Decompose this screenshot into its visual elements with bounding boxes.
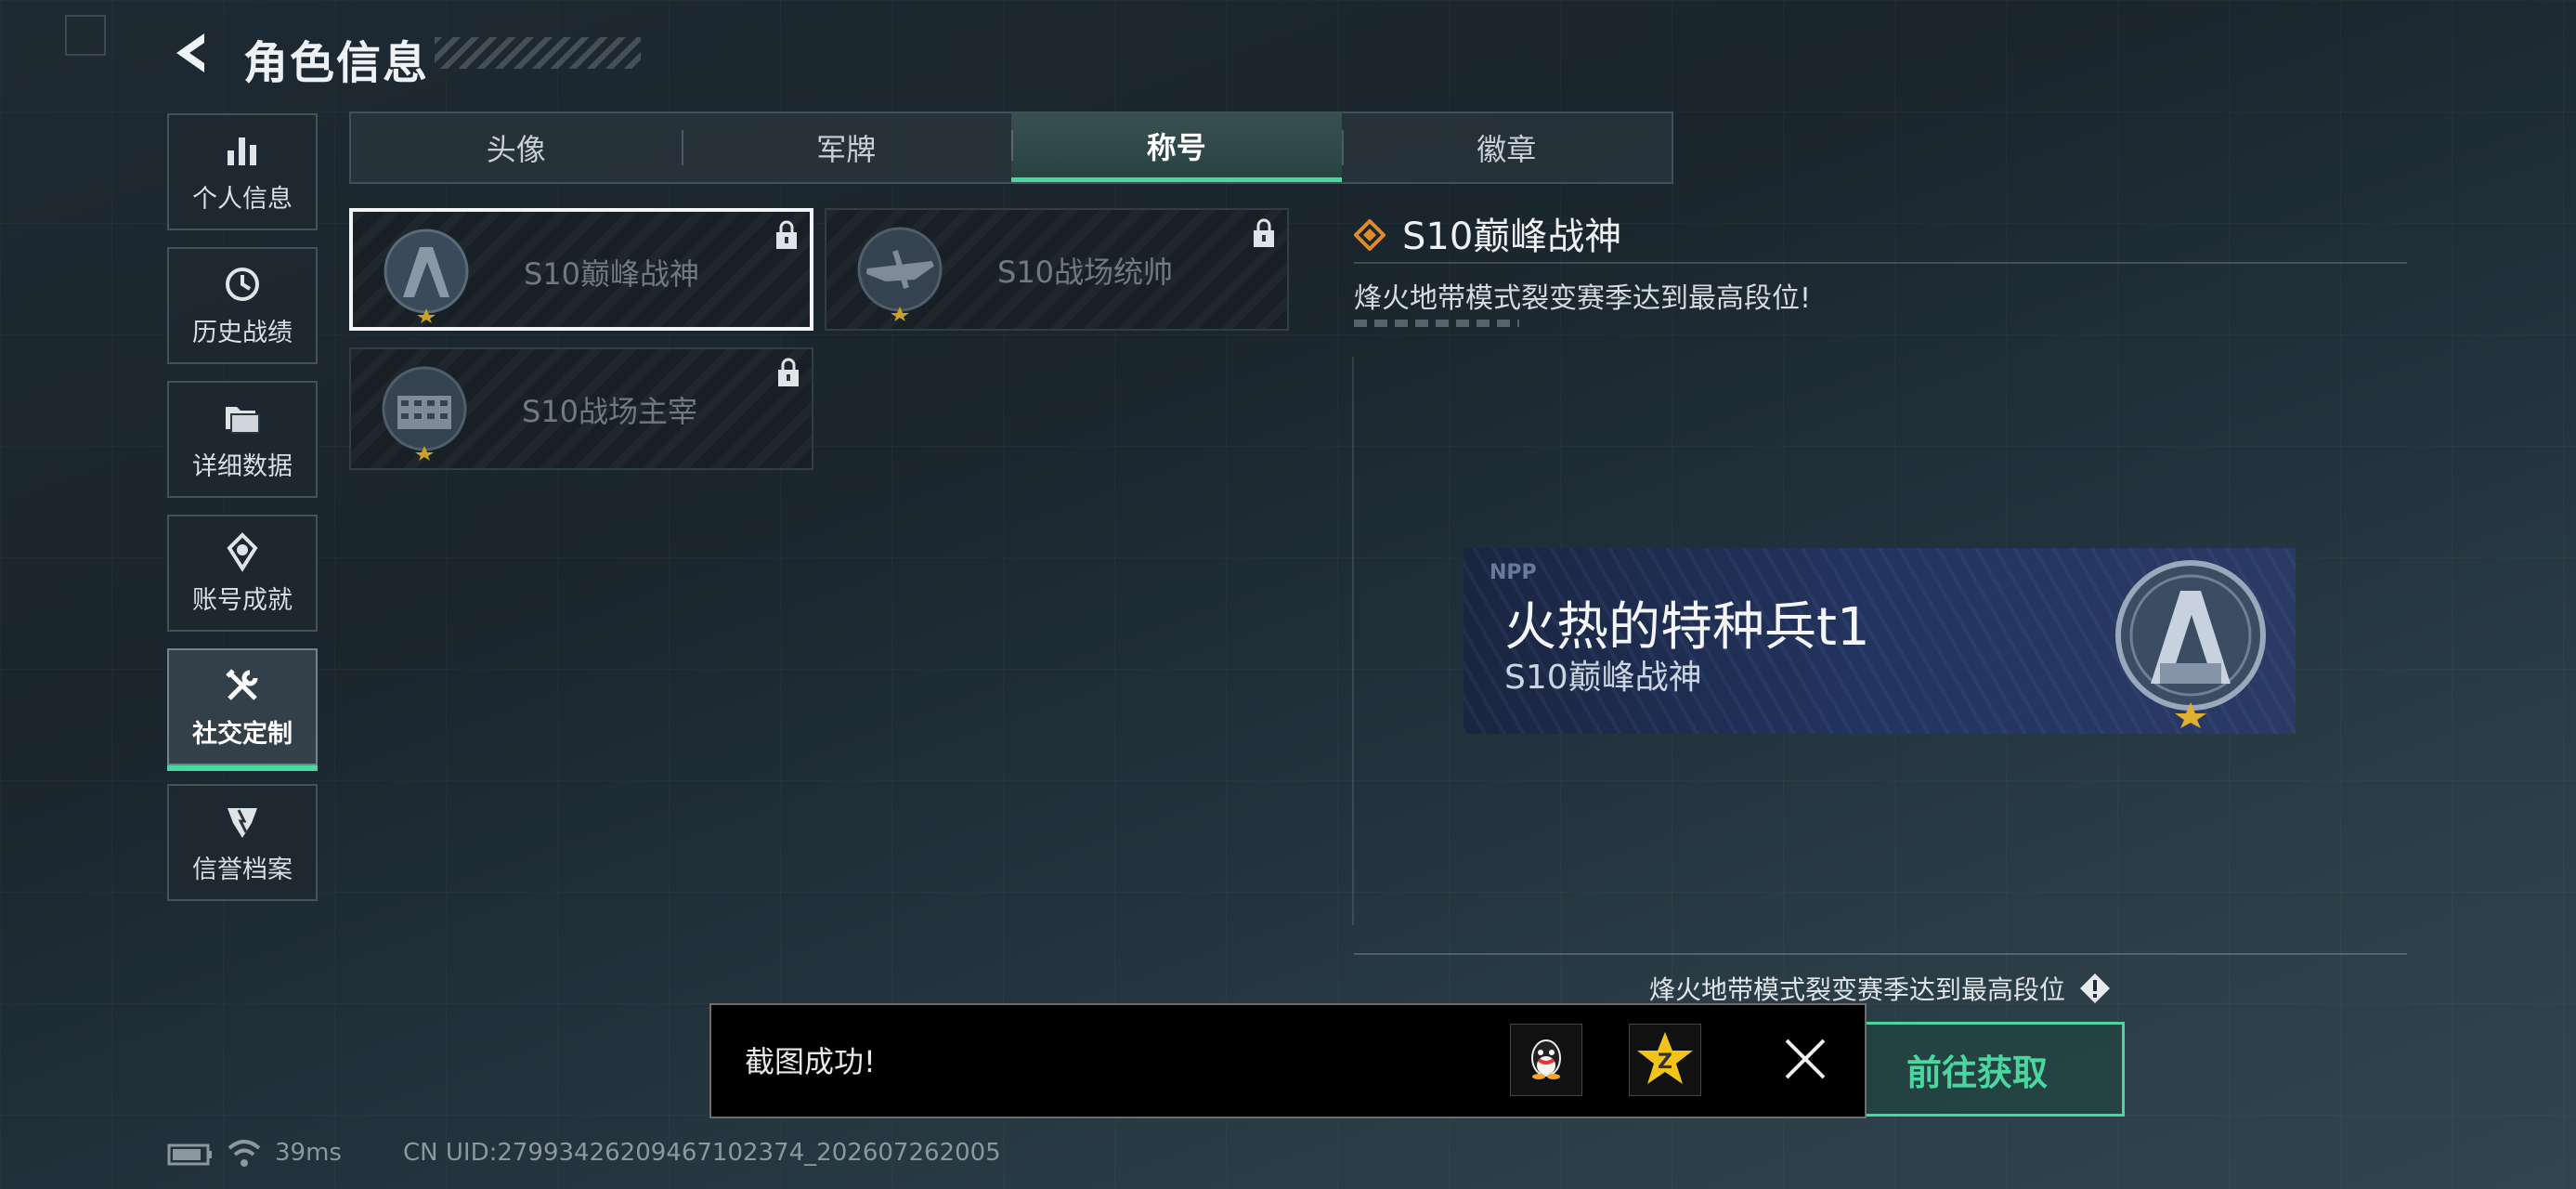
sidebar-item-label: 信誉档案 — [192, 855, 293, 884]
tools-icon — [226, 668, 258, 700]
folder-icon — [226, 406, 260, 434]
qzone-share-icon[interactable]: Z — [1629, 1024, 1701, 1096]
player-name: 火热的特种兵t1 — [1504, 597, 1870, 658]
sidebar-item-label: 社交定制 — [192, 719, 293, 749]
tab-dogtag[interactable]: 军牌 — [681, 113, 1012, 182]
lock-icon — [776, 220, 797, 249]
sidebar-item-credit[interactable]: 信誉档案 — [167, 784, 318, 901]
title-name: S10战场主宰 — [522, 394, 698, 429]
detail-title: S10巅峰战神 — [1402, 216, 1622, 258]
toast-message: 截图成功! — [745, 1044, 876, 1079]
tab-title[interactable]: 称号 — [1011, 113, 1342, 182]
title-card[interactable]: S10战场主宰 — [349, 347, 813, 470]
sidebar-item-label: 详细数据 — [192, 451, 293, 481]
info-icon[interactable] — [2078, 972, 2112, 1005]
screenshot-toast: 截图成功! Z — [709, 1003, 1867, 1118]
divider — [1354, 953, 2407, 955]
sidebar-item-label: 历史战绩 — [192, 318, 293, 347]
bar-chart-icon — [228, 137, 256, 165]
history-clock-icon — [226, 267, 259, 301]
lock-icon — [778, 358, 799, 386]
nameplate-badge-text: NPP — [1490, 561, 1537, 584]
sidebar-item-achievements[interactable]: 账号成就 — [167, 515, 318, 632]
corner-frame — [65, 15, 106, 56]
back-arrow-icon[interactable] — [167, 28, 217, 78]
title-name: S10战场统帅 — [997, 255, 1174, 290]
ping-value: 39ms — [275, 1139, 342, 1167]
sidebar-item-history[interactable]: 历史战绩 — [167, 247, 318, 364]
sidebar-item-social[interactable]: 社交定制 — [167, 648, 318, 771]
title-decoration — [435, 37, 641, 69]
user-uid: CN UID:27993426209467102374_202607262005 — [403, 1139, 1001, 1167]
shield-icon — [228, 807, 257, 838]
tab-avatar[interactable]: 头像 — [351, 113, 682, 182]
emblem-icon — [857, 227, 943, 321]
page-title: 角色信息 — [243, 37, 430, 89]
emblem-icon — [384, 229, 469, 323]
title-card[interactable]: S10战场统帅 — [825, 208, 1289, 331]
source-text: 烽火地带模式裂变赛季达到最高段位 — [1649, 974, 2066, 1005]
wifi-icon — [228, 1140, 261, 1167]
medal-icon — [227, 531, 258, 572]
svg-text:Z: Z — [1658, 1051, 1672, 1074]
tab-badge[interactable]: 徽章 — [1341, 113, 1672, 182]
sidebar-item-label: 账号成就 — [192, 585, 293, 615]
emblem-icon — [2115, 560, 2266, 728]
category-tabs: 头像 军牌 称号 徽章 — [349, 111, 1673, 184]
qq-share-icon[interactable] — [1510, 1024, 1582, 1096]
diamond-icon — [1354, 219, 1386, 251]
lock-icon — [1254, 218, 1274, 247]
battery-icon — [167, 1143, 212, 1166]
sidebar-item-label: 个人信息 — [192, 184, 293, 214]
divider — [1354, 262, 2407, 264]
sidebar-item-details[interactable]: 详细数据 — [167, 381, 318, 498]
nameplate-preview: NPP 火热的特种兵t1 S10巅峰战神 — [1464, 548, 2296, 734]
emblem-icon — [382, 366, 467, 461]
decoration-dots — [1354, 320, 1519, 327]
detail-description: 烽火地带模式裂变赛季达到最高段位! — [1354, 282, 1812, 315]
sidebar-item-profile[interactable]: 个人信息 — [167, 113, 318, 230]
preview-frame — [1352, 357, 1378, 925]
title-card[interactable]: S10巅峰战神 — [349, 208, 813, 331]
active-indicator — [167, 765, 318, 771]
nameplate-title: S10巅峰战神 — [1504, 659, 1702, 697]
close-icon[interactable] — [1781, 1035, 1829, 1083]
title-name: S10巅峰战神 — [524, 256, 700, 292]
